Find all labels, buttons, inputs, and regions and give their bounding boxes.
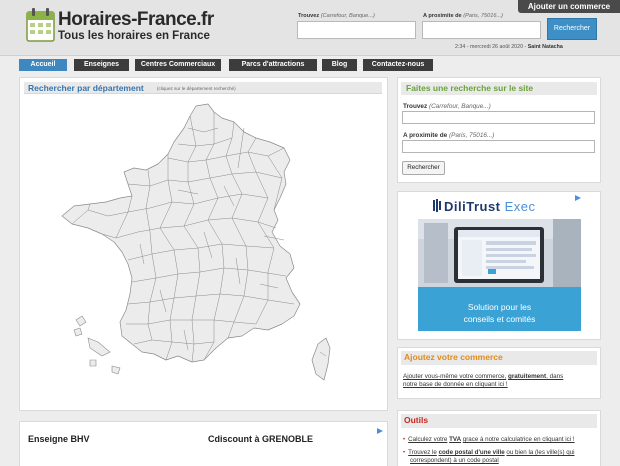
tool-item-tva-pre: Calculez votre <box>408 436 448 443</box>
add-commerce-link[interactable]: Ajouter vous-même votre commerce, <box>403 373 506 380</box>
france-mainland[interactable] <box>61 103 301 363</box>
add-commerce-title: Ajoutez votre commerce <box>404 352 503 362</box>
ad-tagline-line1: Solution pour les <box>467 302 532 312</box>
header-proximite-hint: (Paris, 75016...) <box>463 13 504 19</box>
datetime-text: 2:34 - mercredi 26 août 2020 - <box>455 44 527 50</box>
ad-brand-main: DiliTrust <box>444 199 501 214</box>
ad-choices-icon[interactable] <box>574 194 582 202</box>
tool-item-code-postal[interactable]: • Trouvez le code postal d'une ville ou b… <box>403 449 575 456</box>
header-trouvez-label: Trouvez (Carrefour, Banque...) <box>298 13 375 19</box>
map-panel-note: (cliquez sur le département recherché) <box>157 86 236 91</box>
header-trouvez-label-text: Trouvez <box>298 13 320 19</box>
saint-of-day[interactable]: Saint Natacha <box>528 44 563 50</box>
search-trouvez-input[interactable] <box>402 111 595 124</box>
header-proximite-label-text: A proximite de <box>423 13 462 19</box>
tool-item-cp-bold: code postal d'une ville <box>438 449 505 456</box>
ad-link-bhv[interactable]: Enseigne BHV <box>28 434 90 444</box>
calendar-logo-icon[interactable] <box>26 7 56 43</box>
tab-enseignes[interactable]: Enseignes <box>74 59 129 71</box>
tool-item-cp-cont-text: correspondent) à un code postal <box>410 457 499 464</box>
tab-parcs-attractions[interactable]: Parcs d'attractions <box>229 59 317 71</box>
add-commerce-button[interactable]: Ajouter un commerce <box>518 0 620 13</box>
tool-item-cp-pre: Trouvez le <box>408 449 437 456</box>
ad-link-cdiscount[interactable]: Cdiscount à GRENOBLE <box>208 434 313 444</box>
datetime-line: 2:34 - mercredi 26 août 2020 - Saint Nat… <box>455 44 563 50</box>
search-trouvez-hint: (Carrefour, Banque...) <box>428 103 491 110</box>
tool-item-tva-bold: TVA <box>449 436 462 443</box>
tab-centres-commerciaux[interactable]: Centres Commerciaux <box>135 59 221 71</box>
search-proximite-label-text: A proximite de <box>403 132 448 139</box>
header-proximite-input[interactable] <box>422 21 541 39</box>
map-panel-title: Rechercher par département <box>28 83 144 93</box>
tool-item-tva-post: grace à notre calculatrice en cliquant i… <box>462 436 575 443</box>
add-commerce-text-line1: Ajouter vous-même votre commerce, gratui… <box>403 373 563 380</box>
site-name[interactable]: Horaires-France.fr <box>58 9 214 31</box>
ad-laptop-image[interactable] <box>418 219 581 287</box>
tool-item-cp-post: ou bien la (les ville(s) qui <box>506 449 575 456</box>
bullet-icon: • <box>403 449 406 456</box>
search-trouvez-label: Trouvez (Carrefour, Banque...) <box>403 103 491 110</box>
overseas-departments[interactable] <box>73 315 121 375</box>
ad-brand-sub: Exec <box>504 199 536 214</box>
bullet-icon: • <box>403 436 406 443</box>
header-trouvez-hint: (Carrefour, Banque...) <box>320 13 375 19</box>
ad-tagline-line2: conseils et comités <box>463 314 536 324</box>
search-proximite-label: A proximite de (Paris, 75016...) <box>403 132 494 139</box>
site-search-title: Faites une recherche sur le site <box>406 83 534 93</box>
tool-item-code-postal-cont[interactable]: correspondent) à un code postal <box>410 457 499 464</box>
ad-brand[interactable]: DiliTrust Exec <box>444 199 536 214</box>
add-commerce-link-tail[interactable]: , dans <box>546 373 563 380</box>
search-trouvez-label-text: Trouvez <box>403 103 428 110</box>
header-proximite-label: A proximite de (Paris, 75016...) <box>423 13 503 19</box>
tools-header <box>401 414 597 428</box>
add-commerce-text-line2[interactable]: notre base de donnée en cliquant ici ! <box>403 381 508 388</box>
search-proximite-input[interactable] <box>402 140 595 153</box>
france-departments-map[interactable] <box>28 98 358 398</box>
site-tagline: Tous les horaires en France <box>58 30 210 42</box>
tab-accueil[interactable]: Accueil <box>19 59 67 71</box>
header-search-button[interactable]: Rechercher <box>547 18 597 40</box>
search-submit-button[interactable]: Rechercher <box>402 161 445 175</box>
dilitrust-logo-icon <box>433 199 441 212</box>
tools-title: Outils <box>404 415 429 425</box>
search-proximite-hint: (Paris, 75016...) <box>448 132 495 139</box>
tool-item-tva[interactable]: • Calculez votre TVA grace à notre calcul… <box>403 436 575 443</box>
tab-contactez-nous[interactable]: Contactez-nous <box>363 59 433 71</box>
corsica[interactable] <box>311 337 331 381</box>
tab-blog[interactable]: Blog <box>322 59 357 71</box>
add-commerce-free[interactable]: gratuitement <box>508 373 546 380</box>
header-trouvez-input[interactable] <box>297 21 416 39</box>
ad-choices-icon[interactable] <box>376 427 384 435</box>
